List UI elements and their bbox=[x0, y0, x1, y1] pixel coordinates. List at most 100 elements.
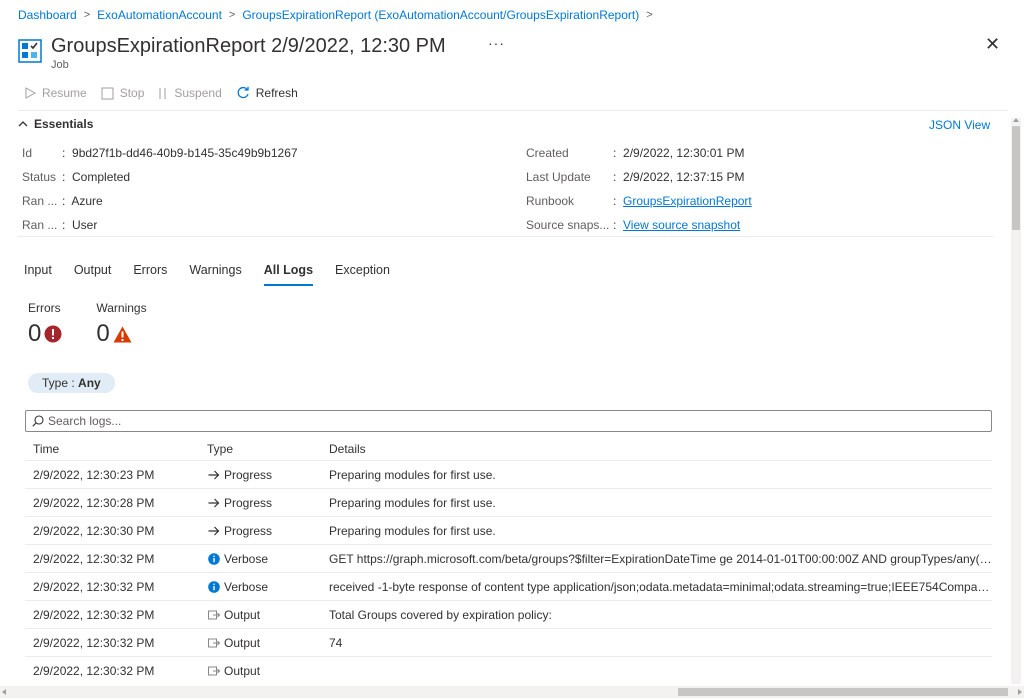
log-details: Total Groups covered by expiration polic… bbox=[329, 607, 552, 622]
breadcrumb-dashboard[interactable]: Dashboard bbox=[18, 8, 77, 22]
created-value: 2/9/2022, 12:30:01 PM bbox=[623, 146, 745, 160]
json-view-link[interactable]: JSON View bbox=[929, 118, 990, 132]
command-bar: Resume Stop Suspend Refresh bbox=[24, 86, 312, 100]
close-button[interactable]: ✕ bbox=[985, 35, 1000, 53]
scroll-up-icon[interactable] bbox=[1013, 118, 1019, 122]
runbook-link[interactable]: GroupsExpirationReport bbox=[623, 194, 752, 208]
log-type: Output bbox=[199, 636, 321, 650]
divider bbox=[18, 236, 993, 237]
column-header-type[interactable]: Type bbox=[199, 442, 321, 456]
essentials-label: Runbook bbox=[526, 194, 575, 208]
log-details: GET https://graph.microsoft.com/beta/gro… bbox=[329, 551, 992, 566]
errors-count-value: 0 bbox=[28, 320, 42, 347]
essentials-created: Created : 2/9/2022, 12:30:01 PM bbox=[526, 146, 745, 160]
breadcrumb-automation-account[interactable]: ExoAutomationAccount bbox=[97, 8, 222, 22]
job-id-value: 9bd27f1b-dd46-40b9-b145-35c49b9b1267 bbox=[72, 146, 298, 160]
refresh-button[interactable]: Refresh bbox=[236, 86, 298, 100]
search-box bbox=[25, 410, 992, 432]
play-icon bbox=[25, 87, 36, 99]
horizontal-scrollbar[interactable] bbox=[0, 686, 1024, 698]
chevron-right-icon: > bbox=[83, 9, 91, 21]
column-header-time[interactable]: Time bbox=[25, 442, 199, 456]
essentials-label: Ran ... bbox=[22, 194, 58, 208]
log-type: Verbose bbox=[199, 580, 321, 594]
refresh-label: Refresh bbox=[255, 86, 298, 100]
last-update-value: 2/9/2022, 12:37:15 PM bbox=[623, 170, 745, 184]
tab-errors[interactable]: Errors bbox=[133, 263, 167, 286]
log-tabs: Input Output Errors Warnings All Logs Ex… bbox=[24, 263, 412, 286]
log-time: 2/9/2022, 12:30:32 PM bbox=[33, 635, 155, 650]
scroll-left-icon[interactable] bbox=[2, 689, 6, 695]
log-type-label: Progress bbox=[224, 523, 273, 538]
essentials-label: Last Update bbox=[526, 170, 591, 184]
scroll-right-icon[interactable] bbox=[1018, 689, 1022, 695]
column-header-details[interactable]: Details bbox=[321, 442, 992, 456]
arrow-right-icon bbox=[207, 470, 221, 480]
essentials-source-snapshot: Source snaps... : View source snapshot bbox=[526, 218, 741, 232]
warnings-count-value: 0 bbox=[96, 320, 110, 347]
type-filter-label: Type : bbox=[42, 376, 79, 390]
log-type-label: Output bbox=[224, 663, 261, 678]
essentials-label: Source snaps... bbox=[526, 218, 610, 232]
vertical-scroll-thumb[interactable] bbox=[1012, 126, 1020, 230]
table-row[interactable]: 2/9/2022, 12:30:28 PM Progress Preparing m… bbox=[25, 489, 992, 517]
job-icon bbox=[18, 39, 42, 63]
errors-count[interactable]: Errors 0 bbox=[28, 301, 62, 348]
table-row[interactable]: 2/9/2022, 12:30:23 PM Progress Preparing m… bbox=[25, 461, 992, 489]
log-time: 2/9/2022, 12:30:32 PM bbox=[33, 663, 155, 678]
warning-icon bbox=[113, 326, 132, 342]
resume-button[interactable]: Resume bbox=[24, 86, 87, 100]
essentials-ran-on: Ran ... : Azure bbox=[22, 194, 103, 208]
page-title: GroupsExpirationReport 2/9/2022, 12:30 P… bbox=[51, 35, 446, 57]
vertical-scrollbar[interactable] bbox=[1011, 118, 1021, 684]
horizontal-scroll-thumb[interactable] bbox=[678, 688, 1008, 696]
breadcrumb-runbook[interactable]: GroupsExpirationReport (ExoAutomationAcc… bbox=[242, 8, 639, 22]
essentials-label: Status bbox=[22, 170, 57, 184]
info-icon bbox=[207, 552, 221, 565]
arrow-right-icon bbox=[207, 526, 221, 536]
essentials-label: Id bbox=[22, 146, 33, 160]
more-options-button[interactable]: ··· bbox=[488, 35, 505, 51]
table-row[interactable]: 2/9/2022, 12:30:32 PM Verbose GET https://… bbox=[25, 545, 992, 573]
chevron-right-icon: > bbox=[646, 9, 653, 21]
table-row[interactable]: 2/9/2022, 12:30:32 PM Output Total Groups … bbox=[25, 601, 992, 629]
warnings-count[interactable]: Warnings 0 bbox=[96, 301, 146, 348]
log-details: Preparing modules for first use. bbox=[329, 523, 496, 538]
log-time: 2/9/2022, 12:30:28 PM bbox=[33, 495, 155, 510]
table-row[interactable]: 2/9/2022, 12:30:30 PM Progress Preparing m… bbox=[25, 517, 992, 545]
table-row[interactable]: 2/9/2022, 12:30:32 PM Output bbox=[25, 657, 992, 684]
type-filter-pill[interactable]: Type : Any bbox=[28, 373, 115, 393]
log-time: 2/9/2022, 12:30:32 PM bbox=[33, 607, 155, 622]
table-row[interactable]: 2/9/2022, 12:30:32 PM Output 74 bbox=[25, 629, 992, 657]
tab-output[interactable]: Output bbox=[74, 263, 112, 286]
log-details: Preparing modules for first use. bbox=[329, 467, 496, 482]
log-type-label: Verbose bbox=[224, 551, 269, 566]
tab-warnings[interactable]: Warnings bbox=[189, 263, 241, 286]
essentials-ran-by: Ran ... : User bbox=[22, 218, 98, 232]
log-type-label: Progress bbox=[224, 495, 273, 510]
output-icon bbox=[207, 666, 221, 676]
suspend-button[interactable]: Suspend bbox=[158, 86, 222, 100]
status-value: Completed bbox=[72, 170, 131, 184]
log-time: 2/9/2022, 12:30:23 PM bbox=[33, 467, 155, 482]
type-filter-value: Any bbox=[78, 376, 101, 390]
view-source-snapshot-link[interactable]: View source snapshot bbox=[623, 218, 740, 232]
warnings-count-label: Warnings bbox=[96, 301, 147, 315]
tab-all-logs[interactable]: All Logs bbox=[263, 263, 314, 286]
stop-button[interactable]: Stop bbox=[101, 86, 144, 100]
log-time: 2/9/2022, 12:30:32 PM bbox=[33, 551, 155, 566]
essentials-status: Status : Completed bbox=[22, 170, 131, 184]
tab-input[interactable]: Input bbox=[24, 263, 52, 286]
logs-table: Time Type Details 2/9/2022, 12:30:23 PM P… bbox=[25, 437, 992, 684]
essentials-label: Created bbox=[526, 146, 569, 160]
search-logs-input[interactable] bbox=[48, 414, 948, 428]
chevron-up-icon bbox=[18, 121, 28, 127]
log-type-label: Verbose bbox=[224, 579, 269, 594]
page-subtitle: Job bbox=[51, 59, 69, 71]
log-type: Progress bbox=[199, 496, 321, 510]
arrow-right-icon bbox=[207, 498, 221, 508]
stop-icon bbox=[101, 87, 114, 99]
essentials-toggle[interactable]: Essentials bbox=[18, 117, 93, 131]
tab-exception[interactable]: Exception bbox=[335, 263, 390, 286]
table-row[interactable]: 2/9/2022, 12:30:32 PM Verbose received -1-… bbox=[25, 573, 992, 601]
